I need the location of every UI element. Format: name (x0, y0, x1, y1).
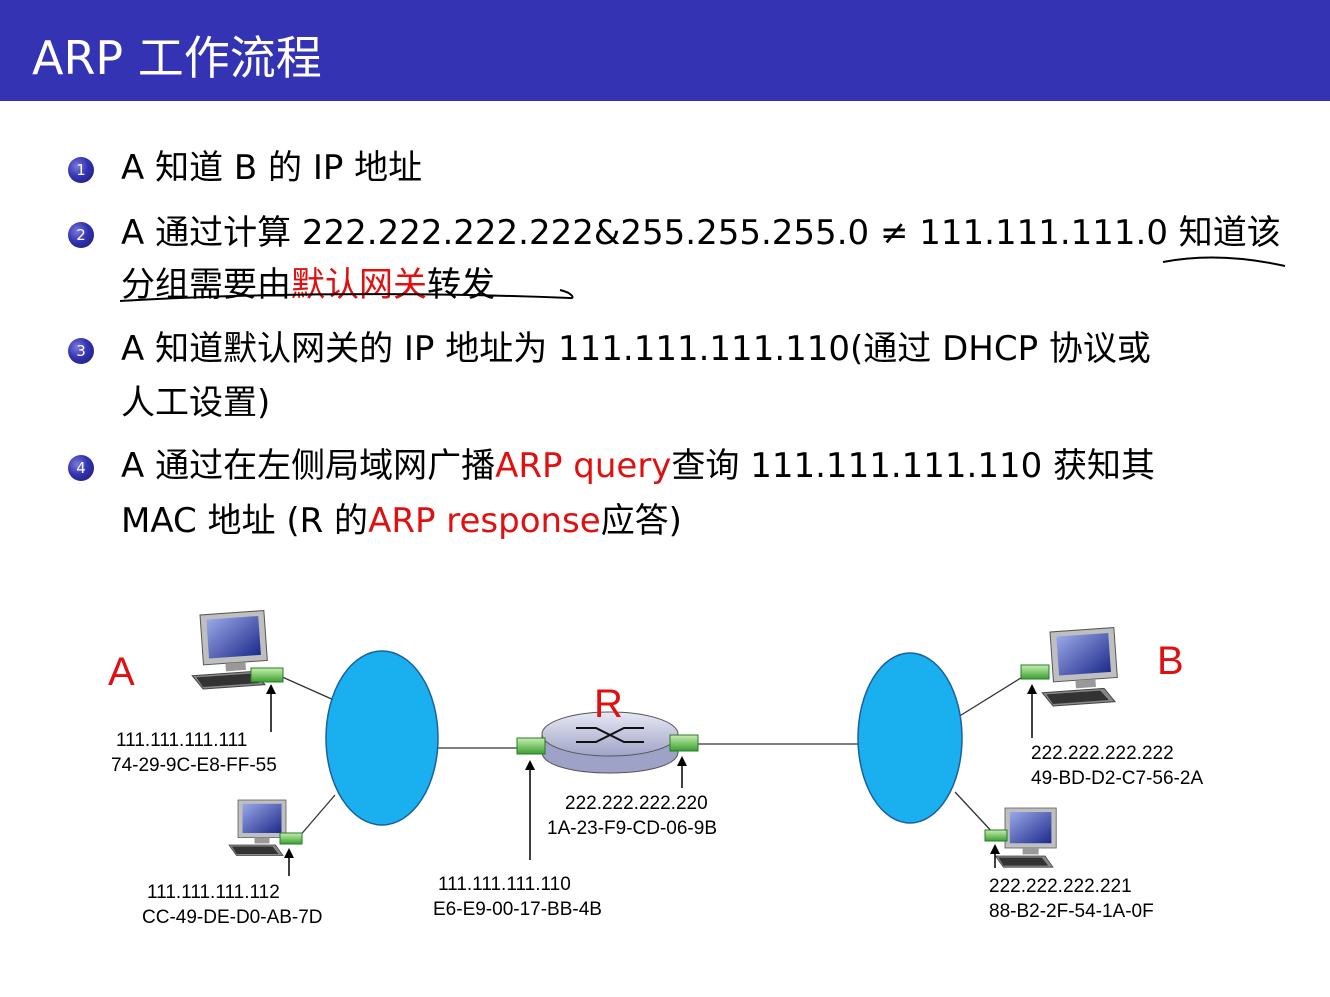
router-left-ip: 111.111.111.110 (438, 874, 571, 895)
host-a2-mac: CC-49-DE-D0-AB-7D (142, 907, 323, 928)
host-a2-nic (279, 832, 303, 845)
host-a-label: A (108, 650, 135, 694)
router-left-mac: E6-E9-00-17-BB-4B (433, 899, 602, 920)
bullet-4-highlight-query: ARP query (495, 446, 672, 486)
bullet-4-line2-b: 应答) (600, 501, 682, 541)
router-label: R (594, 682, 623, 726)
bullet-3: 3 (68, 338, 94, 364)
bullet-4-line1-a: A 通过在左侧局域网广播 (121, 446, 496, 486)
host-a-computer (187, 610, 284, 691)
router-right-nic (669, 734, 699, 752)
host-a-mac: 74-29-9C-E8-FF-55 (111, 755, 277, 776)
host-a2-ip: 111.111.111.112 (147, 882, 280, 903)
handwritten-underline (119, 256, 1286, 302)
host-b-computer (1020, 627, 1120, 708)
host-b2-ip: 222.222.222.221 (989, 876, 1132, 897)
bullet-3-line2: 人工设置) (121, 383, 271, 423)
host-b-label: B (1157, 639, 1184, 683)
host-b2-nic (984, 829, 1008, 842)
left-lan-cloud (325, 650, 439, 826)
bullet-3-line1: A 知道默认网关的 IP 地址为 111.111.111.110(通过 DHCP… (121, 329, 1151, 369)
host-b-mac: 49-BD-D2-C7-56-2A (1031, 768, 1203, 789)
bullet-4-line2-a: MAC 地址 (R 的 (121, 501, 369, 541)
host-a-nic (250, 667, 284, 683)
network-diagram: A 111.111.111.111 74-29-9C-E8-FF-55 111.… (108, 610, 1203, 928)
host-b-ip: 222.222.222.222 (1031, 743, 1174, 764)
bullet-4-highlight-response: ARP response (368, 501, 601, 541)
router-right-ip: 222.222.222.220 (565, 793, 708, 814)
host-a2-computer (228, 799, 303, 856)
host-a-ip: 111.111.111.111 (116, 730, 247, 751)
bullet-4: 4 (68, 455, 94, 481)
router-left-nic (516, 737, 546, 755)
right-lan-cloud (857, 652, 963, 824)
bullet-4-line1-b: 查询 111.111.111.110 获知其 (671, 446, 1156, 486)
host-b-nic (1020, 664, 1050, 680)
router-right-mac: 1A-23-F9-CD-06-9B (547, 818, 717, 839)
bullet-4-line1: A 通过在左侧局域网广播ARP query查询 111.111.111.110 … (121, 437, 1155, 495)
host-b2-mac: 88-B2-2F-54-1A-0F (989, 901, 1154, 922)
bullet-4-line2: MAC 地址 (R 的ARP response应答) (121, 492, 682, 550)
